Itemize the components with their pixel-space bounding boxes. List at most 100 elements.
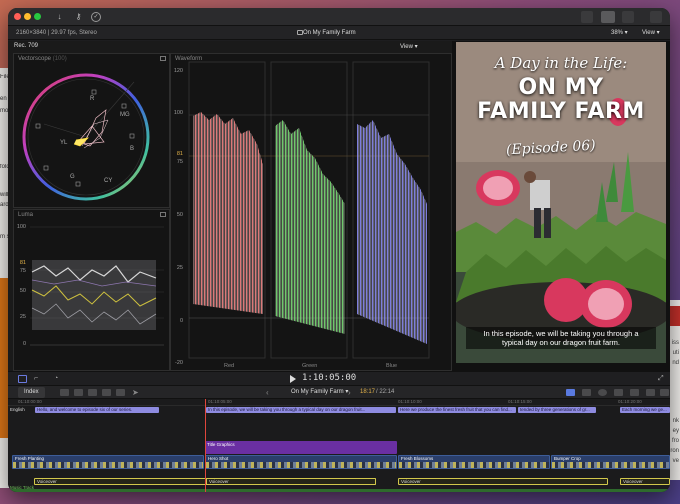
snapping-icon[interactable] [614, 389, 623, 396]
caption-clip[interactable]: Hello, and welcome to episode six of our… [35, 407, 159, 413]
duration-current: 18:17 [360, 389, 376, 395]
timeline-project-menu[interactable]: On My Family Farm ▾ [291, 386, 348, 399]
vectorscope-graph [22, 73, 150, 201]
filmstrip [13, 462, 203, 468]
voiceover-clip[interactable]: Voiceover [398, 478, 608, 485]
zoom-icon[interactable] [630, 389, 639, 396]
bg-text: nk [672, 418, 679, 424]
timeline-header: Index ➤ ‹ On My Family Farm ▾ › 18:17 / … [8, 385, 670, 399]
caption-clip[interactable]: Here we produce the finest fresh fruit t… [398, 407, 516, 413]
bg-text: fro [671, 438, 679, 444]
luma-graph [30, 226, 164, 346]
ruler-tick: 01:10:05:00 [208, 399, 232, 404]
caption-overlay: In this episode, we will be taking you t… [466, 327, 656, 349]
project-title: On My Family Farm [303, 30, 356, 36]
poster-subtitle: A Day in the Life: [494, 54, 628, 72]
solo-icon[interactable] [582, 389, 591, 396]
inspector-toggle-icon[interactable] [622, 11, 634, 23]
clip-connections-icon[interactable] [74, 389, 83, 396]
ruler-tick: 01:10:10:00 [398, 399, 422, 404]
video-clip[interactable]: Hero Shot [205, 455, 397, 469]
caption-clip[interactable]: tended by three generations of gr... [518, 407, 596, 413]
filmstrip [206, 462, 396, 468]
bg-text: ve [672, 458, 679, 464]
audio-skimming-icon[interactable] [566, 389, 575, 396]
vectorscope: Vectorscope (100) R MG B CY G YL [13, 53, 170, 208]
caption-lane-label: English [10, 407, 25, 412]
waveform-rgb-parade: Waveform 120 100 81 75 50 25 0 -20 Red G… [170, 53, 452, 371]
poster-title-line2: FAMILY FARM [477, 99, 645, 124]
target-green: G [70, 174, 75, 180]
scopes-view-menu[interactable]: View ▾ [400, 43, 418, 50]
headphones-icon[interactable] [598, 389, 607, 396]
luma-scope: Luma 100 81 75 50 25 0 [13, 209, 170, 371]
clip-name: Fresh Planting [15, 456, 45, 461]
clip-name: Fresh Blossoms [401, 456, 434, 461]
timeline-settings-icon[interactable] [646, 389, 655, 396]
append-icon[interactable] [102, 389, 111, 396]
clip-name: Voiceover [623, 479, 643, 484]
crop-icon[interactable]: ⌐ [34, 375, 43, 383]
speed-icon[interactable]: ◔ [54, 375, 63, 383]
poster-title-line1: ON MY [518, 75, 604, 100]
clip-name: Voiceover [209, 479, 229, 484]
caption-clip[interactable]: Each morning we ge... [620, 407, 670, 413]
timeline[interactable]: 01:10:00:00 01:10:05:00 01:10:10:00 01:1… [8, 399, 670, 492]
voiceover-clip[interactable]: Voiceover [620, 478, 670, 485]
close-window-button[interactable] [14, 13, 21, 20]
viewer-layout-icon[interactable] [601, 11, 615, 23]
viewer-view-menu[interactable]: View ▾ [642, 26, 660, 40]
ruler-tick: 01:10:15:00 [508, 399, 532, 404]
zoom-window-button[interactable] [34, 13, 41, 20]
poster-title: ON MY FAMILY FARM [456, 76, 666, 124]
effects-browser-icon[interactable] [660, 389, 669, 396]
filmstrip [552, 462, 669, 468]
forward-arrow-icon[interactable]: › [348, 386, 351, 399]
library-toggle-icon[interactable] [581, 11, 593, 23]
playhead[interactable] [205, 399, 206, 492]
caption-line: In this episode, we will be taking you t… [483, 329, 639, 338]
video-clip[interactable]: Fresh Blossoms [398, 455, 550, 469]
timecode-display[interactable]: 1:10:05:00 [302, 373, 356, 383]
view-label: View [642, 30, 655, 36]
target-cyan: CY [104, 178, 113, 184]
overwrite-icon[interactable] [116, 389, 125, 396]
arrow-tool-icon[interactable]: ➤ [132, 386, 139, 399]
timeline-ruler[interactable]: 01:10:00:00 01:10:05:00 01:10:10:00 01:1… [8, 399, 670, 406]
video-scopes-panel: Rec. 709 View ▾ Vectorscope (100) R MG B… [8, 41, 452, 371]
target-blue: B [130, 146, 135, 152]
back-arrow-icon[interactable]: ‹ [266, 386, 269, 399]
waveform-graph [188, 61, 430, 359]
caption-clip[interactable]: In this episode, we will be taking you t… [206, 407, 396, 413]
key-icon[interactable]: ⚷ [72, 11, 85, 23]
transport-bar: ⌐ ◔ 1:10:05:00 ⤢ [8, 371, 670, 385]
import-icon[interactable]: ↓ [53, 11, 66, 23]
bg-text: iss [671, 340, 679, 346]
title-graphics-clip[interactable]: Title Graphics [205, 441, 397, 454]
video-clip[interactable]: Fresh Planting [12, 455, 204, 469]
clip-appearance-icon[interactable] [60, 389, 69, 396]
target-magenta: MG [120, 112, 130, 118]
zoom-menu[interactable]: 38% ▾ [611, 26, 628, 40]
music-track-clip[interactable] [8, 489, 670, 492]
index-button[interactable]: Index [18, 387, 45, 398]
duration-total: / 22:14 [376, 389, 395, 395]
zoom-value: 38% [611, 30, 624, 36]
video-clip[interactable]: Bumper Crop [551, 455, 670, 469]
video-viewer[interactable]: A Day in the Life: ON MY FAMILY FARM (Ep… [452, 41, 670, 373]
minimize-window-button[interactable] [24, 13, 31, 20]
fullscreen-icon[interactable]: ⤢ [658, 375, 667, 383]
share-icon[interactable] [650, 11, 662, 23]
target-yellow: YL [60, 140, 68, 146]
play-button[interactable] [290, 375, 296, 383]
voiceover-clip[interactable]: Voiceover [206, 478, 376, 485]
bg-text: nd [672, 360, 679, 366]
insert-icon[interactable] [88, 389, 97, 396]
channel-label-green: Green [302, 363, 318, 369]
channel-label-red: Red [224, 363, 235, 369]
checkmark-icon[interactable]: ✓ [91, 12, 101, 22]
target-red: R [90, 96, 95, 102]
view-label: View [400, 44, 413, 50]
transform-icon[interactable] [18, 375, 27, 383]
bg-text: ey [672, 428, 679, 434]
